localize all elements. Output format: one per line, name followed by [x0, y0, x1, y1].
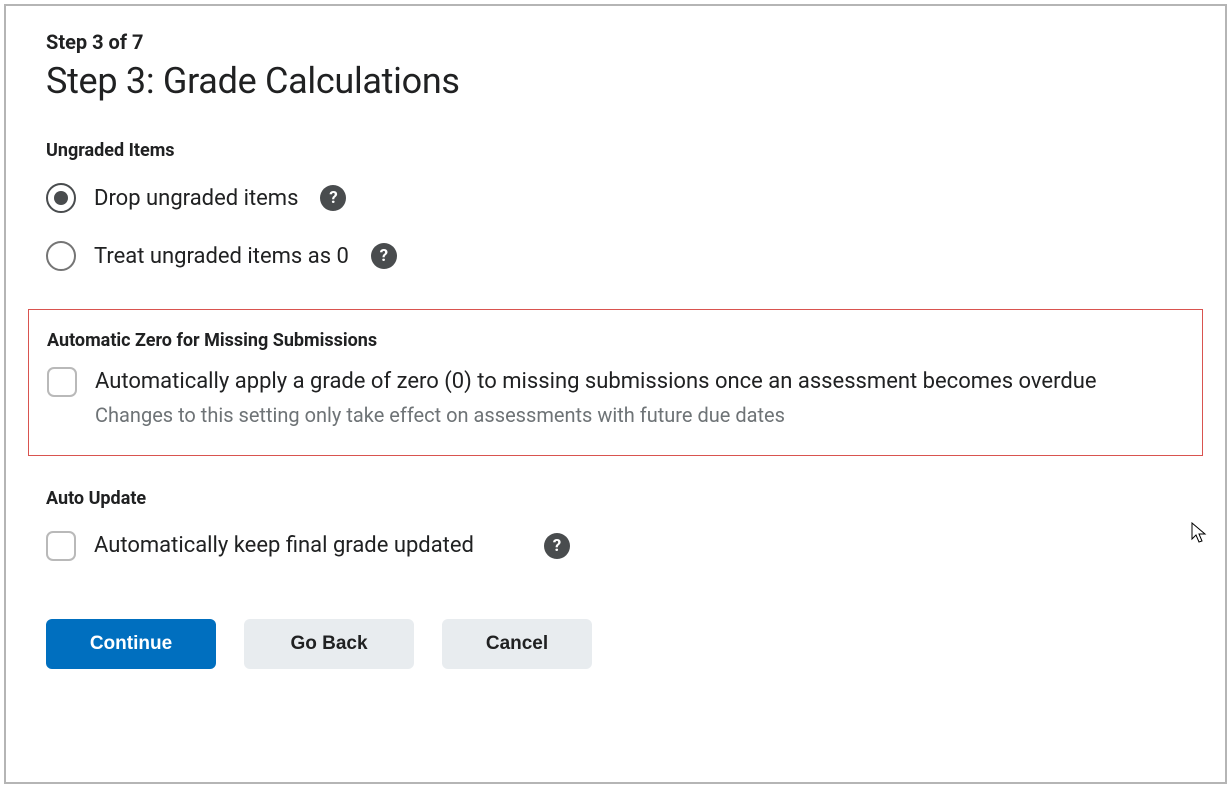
- radio-row-drop-ungraded: Drop ungraded items ?: [46, 183, 1185, 213]
- auto-zero-highlight-box: Automatic Zero for Missing Submissions A…: [28, 309, 1203, 456]
- auto-zero-checkbox-row: Automatically apply a grade of zero (0) …: [47, 367, 1184, 427]
- help-icon[interactable]: ?: [371, 243, 397, 269]
- auto-update-section: Auto Update Automatically keep final gra…: [46, 488, 1185, 561]
- continue-button[interactable]: Continue: [46, 619, 216, 669]
- auto-zero-sublabel: Changes to this setting only take effect…: [95, 403, 1097, 427]
- ungraded-items-heading: Ungraded Items: [46, 140, 1185, 161]
- button-row: Continue Go Back Cancel: [46, 619, 1185, 669]
- wizard-step-panel: Step 3 of 7 Step 3: Grade Calculations U…: [4, 4, 1227, 784]
- auto-zero-content: Automatically apply a grade of zero (0) …: [95, 367, 1097, 427]
- auto-zero-heading: Automatic Zero for Missing Submissions: [47, 330, 1184, 351]
- auto-update-label: Automatically keep final grade updated: [94, 531, 474, 561]
- cursor-icon: [1191, 522, 1209, 544]
- radio-treat-as-zero[interactable]: [46, 241, 76, 271]
- radio-label-treat-as-zero: Treat ungraded items as 0: [94, 244, 349, 269]
- go-back-button[interactable]: Go Back: [244, 619, 414, 669]
- auto-update-heading: Auto Update: [46, 488, 1185, 509]
- help-icon[interactable]: ?: [544, 533, 570, 559]
- help-icon[interactable]: ?: [320, 185, 346, 211]
- auto-update-checkbox[interactable]: [46, 531, 76, 561]
- auto-update-row: Automatically keep final grade updated ?: [46, 531, 1185, 561]
- auto-zero-label: Automatically apply a grade of zero (0) …: [95, 367, 1097, 397]
- radio-dot-icon: [54, 191, 68, 205]
- step-indicator: Step 3 of 7: [46, 30, 1185, 54]
- auto-zero-checkbox[interactable]: [47, 367, 77, 397]
- radio-row-treat-as-zero: Treat ungraded items as 0 ?: [46, 241, 1185, 271]
- radio-drop-ungraded[interactable]: [46, 183, 76, 213]
- cancel-button[interactable]: Cancel: [442, 619, 592, 669]
- radio-label-drop-ungraded: Drop ungraded items: [94, 186, 298, 211]
- step-title: Step 3: Grade Calculations: [46, 60, 1185, 102]
- ungraded-items-section: Ungraded Items Drop ungraded items ? Tre…: [46, 140, 1185, 271]
